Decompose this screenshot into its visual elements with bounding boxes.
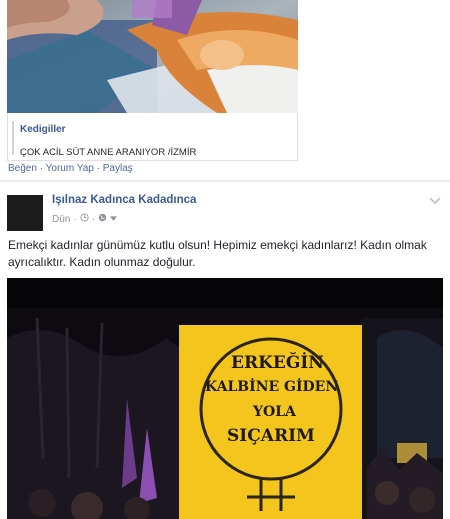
separator-dot: · (39, 163, 44, 174)
quote-bar (12, 121, 14, 155)
shared-post-card: Kedigiller ÇOK ACİL SÜT ANNE ARANIYOR /İ… (0, 0, 450, 180)
like-link[interactable]: Beğen (8, 163, 37, 174)
sign-line-3: YOLA (253, 404, 296, 420)
separator-dot: · (91, 213, 96, 225)
separator-dot: · (73, 213, 77, 225)
post-card: Işılnaz Kadınca Kadadınca Dün · · Emekçi… (0, 182, 450, 519)
post-author[interactable]: Işılnaz Kadınca Kadadınca (52, 194, 196, 206)
shared-link-preview[interactable]: Kedigiller ÇOK ACİL SÜT ANNE ARANIYOR /İ… (7, 113, 298, 161)
sign-line-4: SIÇARIM (227, 426, 315, 446)
comment-link[interactable]: Yorum Yap (46, 163, 94, 174)
shared-page-name[interactable]: Kedigiller (20, 124, 66, 135)
separator-dot: · (96, 163, 100, 174)
post-time[interactable]: Dün (52, 214, 70, 225)
share-link[interactable]: Paylaş (103, 163, 133, 174)
globe-icon[interactable] (98, 213, 107, 225)
audience-chevron-icon[interactable] (110, 214, 118, 225)
sign-line-2: KALBİNE GİDEN (205, 379, 339, 395)
clock-icon (80, 213, 89, 225)
shared-post-actions: Beğen · Yorum Yap · Paylaş (8, 163, 133, 174)
post-meta: Dün · · (52, 213, 118, 225)
shared-description: ÇOK ACİL SÜT ANNE ARANIYOR /İZMİR (20, 147, 197, 158)
protest-sign: ERKEĞİN KALBİNE GİDEN YOLA SIÇARIM (179, 325, 362, 519)
chevron-down-icon[interactable] (428, 194, 442, 206)
avatar[interactable] (7, 195, 43, 231)
post-photo[interactable]: ERKEĞİN KALBİNE GİDEN YOLA SIÇARIM (7, 278, 443, 519)
post-text: Emekçi kadınlar günümüz kutlu olsun! Hep… (8, 238, 427, 269)
kitten-photo[interactable] (7, 0, 298, 113)
sign-line-1: ERKEĞİN (231, 353, 324, 373)
